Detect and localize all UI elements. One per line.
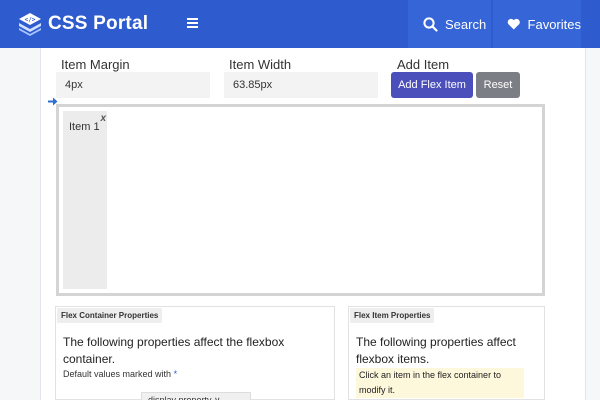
default-marker: * <box>173 369 178 379</box>
close-icon[interactable]: x <box>100 113 106 124</box>
favorites-label: Favorites <box>527 16 581 32</box>
card-title: Flex Item Properties <box>350 308 435 323</box>
brand-name[interactable]: CSS Portal <box>48 13 148 35</box>
top-header: </> CSS Portal Search Favorites <box>0 0 600 48</box>
svg-text:</>: </> <box>25 17 36 24</box>
add-item-label: Add Item <box>397 57 450 72</box>
favorites-button[interactable]: Favorites <box>493 0 581 48</box>
heart-icon <box>507 18 520 30</box>
search-label: Search <box>445 16 487 32</box>
flex-container[interactable]: Item 1 x <box>56 104 545 296</box>
item-width-label: Item Width <box>229 57 292 72</box>
card-description: The following properties affect the flex… <box>63 335 285 366</box>
hint-text: Click an item in the flex container to m… <box>356 368 524 398</box>
item-width-input[interactable] <box>224 72 378 98</box>
item-margin-label: Item Margin <box>61 57 130 72</box>
default-values-note: Default values marked with * <box>63 369 177 379</box>
card-description: The following properties affect flexbox … <box>356 335 516 366</box>
reset-button[interactable]: Reset <box>476 72 520 98</box>
flex-item-properties-card: Flex Item Properties The following prope… <box>348 306 545 400</box>
add-flex-item-button[interactable]: Add Flex Item <box>391 72 473 98</box>
hamburger-menu-icon[interactable] <box>186 15 202 31</box>
flex-container-properties-card: Flex Container Properties The following … <box>55 306 335 400</box>
card-title: Flex Container Properties <box>57 308 163 323</box>
flex-item[interactable]: Item 1 x <box>63 111 107 289</box>
note-text: Default values marked with <box>63 369 172 379</box>
search-button[interactable]: Search <box>408 0 491 48</box>
item-margin-input[interactable] <box>56 72 210 98</box>
search-icon <box>423 16 438 32</box>
code-logo-icon[interactable]: </> <box>17 11 43 37</box>
flex-item-label: Item 1 <box>69 121 100 133</box>
display-property-select[interactable]: display property ∨ <box>141 392 251 400</box>
